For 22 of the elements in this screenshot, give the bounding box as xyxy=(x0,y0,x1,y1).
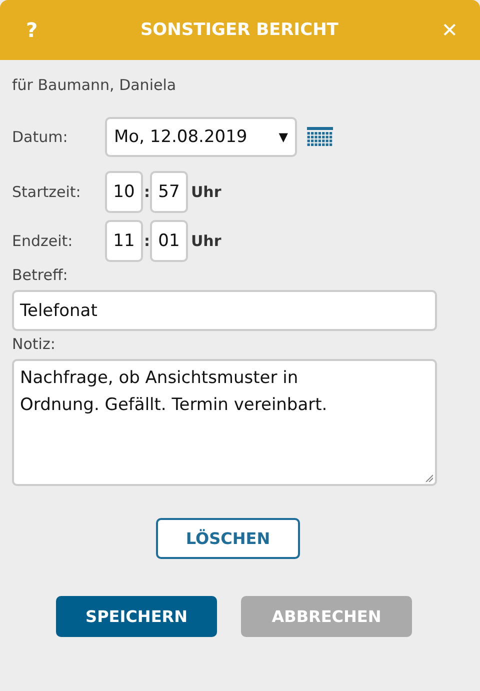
calendar-icon[interactable] xyxy=(307,127,333,147)
date-label: Datum: xyxy=(12,128,69,146)
resize-grip-icon[interactable] xyxy=(425,474,433,482)
unit-label: Uhr xyxy=(191,232,222,250)
time-label: Endzeit: xyxy=(12,232,74,250)
subject-field[interactable]: Telefonat xyxy=(12,290,437,331)
hour-field[interactable]: 10 xyxy=(105,171,143,213)
subject-label: Betreff: xyxy=(12,266,69,286)
time-separator: : xyxy=(144,232,149,250)
patient-name: für Baumann, Daniela xyxy=(12,76,178,94)
time-label: Startzeit: xyxy=(12,183,82,201)
hour-field[interactable]: 11 xyxy=(105,220,143,262)
save-button[interactable]: SPEICHERN xyxy=(56,596,217,637)
time-separator: : xyxy=(144,183,149,201)
unit-label: Uhr xyxy=(191,183,222,201)
note-field[interactable]: Nachfrage, ob Ansichtsmuster in Ordnung. Gefällt. Termin vereinbart. xyxy=(12,359,437,486)
minute-field[interactable]: 01 xyxy=(150,220,188,262)
minute-field[interactable]: 57 xyxy=(150,171,188,213)
dialog-title: SONSTIGER BERICHT xyxy=(140,20,338,40)
note-label: Notiz: xyxy=(12,335,56,355)
date-dropdown[interactable]: Mo, 12.08.2019 ▼ xyxy=(105,117,297,157)
delete-button[interactable]: LÖSCHEN xyxy=(156,518,300,559)
